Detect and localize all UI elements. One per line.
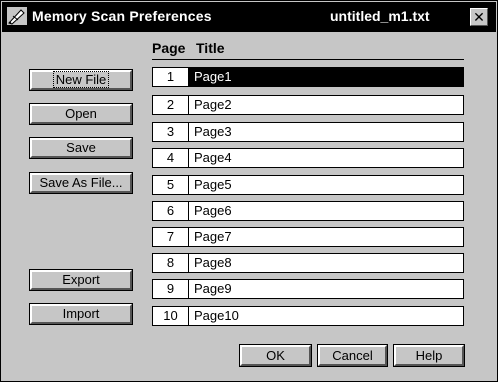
window-title: Memory Scan Preferences bbox=[32, 8, 212, 24]
page-number: 2 bbox=[153, 96, 189, 114]
pen-icon bbox=[7, 7, 27, 25]
file-name: untitled_m1.txt bbox=[330, 8, 430, 24]
column-header-page: Page bbox=[152, 40, 186, 56]
save-as-file-button[interactable]: Save As File... bbox=[29, 172, 133, 194]
export-button[interactable]: Export bbox=[29, 269, 133, 291]
open-button[interactable]: Open bbox=[29, 103, 133, 125]
page-number: 1 bbox=[153, 68, 189, 86]
page-title-field[interactable]: Page2 bbox=[194, 96, 232, 114]
page-title-field[interactable]: Page1 bbox=[194, 68, 232, 86]
page-row[interactable]: 4 Page4 bbox=[152, 148, 464, 168]
title-bar[interactable]: Memory Scan Preferences untitled_m1.txt … bbox=[2, 2, 496, 32]
page-number: 7 bbox=[153, 228, 189, 246]
page-row[interactable]: 3 Page3 bbox=[152, 122, 464, 142]
page-row[interactable]: 8 Page8 bbox=[152, 253, 464, 273]
page-title-field[interactable]: Page3 bbox=[194, 123, 232, 141]
cancel-button[interactable]: Cancel bbox=[317, 344, 388, 367]
page-row[interactable]: 10 Page10 bbox=[152, 306, 464, 326]
page-number: 10 bbox=[153, 307, 189, 325]
page-title-field[interactable]: Page4 bbox=[194, 149, 232, 167]
page-row[interactable]: 9 Page9 bbox=[152, 279, 464, 299]
page-number: 9 bbox=[153, 280, 189, 298]
page-row[interactable]: 6 Page6 bbox=[152, 201, 464, 221]
header-divider bbox=[152, 59, 464, 60]
new-file-button[interactable]: New File bbox=[29, 69, 133, 91]
memory-scan-preferences-window: Memory Scan Preferences untitled_m1.txt … bbox=[0, 0, 498, 382]
column-header-title: Title bbox=[196, 40, 225, 56]
page-number: 4 bbox=[153, 149, 189, 167]
page-number: 6 bbox=[153, 202, 189, 220]
page-number: 5 bbox=[153, 176, 189, 194]
page-number: 8 bbox=[153, 254, 189, 272]
page-title-field[interactable]: Page9 bbox=[194, 280, 232, 298]
page-title-field[interactable]: Page6 bbox=[194, 202, 232, 220]
page-row[interactable]: 7 Page7 bbox=[152, 227, 464, 247]
page-title-field[interactable]: Page5 bbox=[194, 176, 232, 194]
page-title-field[interactable]: Page10 bbox=[194, 307, 239, 325]
ok-button[interactable]: OK bbox=[239, 344, 312, 367]
page-title-field[interactable]: Page7 bbox=[194, 228, 232, 246]
help-button[interactable]: Help bbox=[393, 344, 465, 367]
page-row[interactable]: 1 Page1 bbox=[152, 67, 464, 87]
import-button[interactable]: Import bbox=[29, 303, 133, 325]
page-row[interactable]: 5 Page5 bbox=[152, 175, 464, 195]
page-number: 3 bbox=[153, 123, 189, 141]
page-row[interactable]: 2 Page2 bbox=[152, 95, 464, 115]
page-title-field[interactable]: Page8 bbox=[194, 254, 232, 272]
save-button[interactable]: Save bbox=[29, 137, 133, 159]
close-icon[interactable]: ✕ bbox=[470, 8, 488, 26]
